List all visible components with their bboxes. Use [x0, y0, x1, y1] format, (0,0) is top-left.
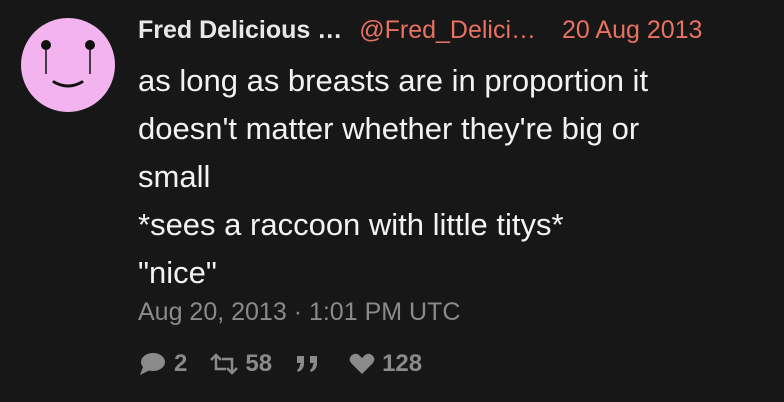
- tweet-header: Fred Delicious … @Fred_Delici… 20 Aug 20…: [138, 14, 702, 46]
- tweet: Fred Delicious … @Fred_Delici… 20 Aug 20…: [0, 0, 784, 402]
- tweet-content-line: small: [138, 159, 211, 194]
- retweet-count: 58: [245, 350, 273, 377]
- tweet-stats: 2 58 128: [138, 348, 422, 380]
- quote-icon: [297, 356, 318, 372]
- comment-icon: [140, 353, 165, 375]
- tweet-date[interactable]: 20 Aug 2013: [562, 16, 702, 45]
- author-name[interactable]: Fred Delicious …: [138, 16, 342, 45]
- reply-button[interactable]: 2: [138, 350, 187, 378]
- tweet-timestamp[interactable]: Aug 20, 2013 · 1:01 PM UTC: [138, 298, 460, 327]
- like-button[interactable]: 128: [348, 350, 422, 378]
- pink-face-icon: [21, 18, 115, 112]
- avatar[interactable]: [21, 18, 115, 112]
- tweet-content-line: *sees a raccoon with little titys*: [138, 207, 564, 242]
- retweet-icon: [210, 353, 239, 375]
- quote-button[interactable]: [294, 351, 322, 377]
- tweet-content: as long as breasts are in proportion it …: [138, 57, 758, 297]
- tweet-content-line: doesn't matter whether they're big or: [138, 111, 640, 146]
- reply-count: 2: [174, 350, 188, 377]
- tweet-content-line: as long as breasts are in proportion it: [138, 63, 649, 98]
- author-handle[interactable]: @Fred_Delici…: [359, 16, 536, 45]
- tweet-content-line: "nice": [138, 255, 217, 290]
- retweet-button[interactable]: 58: [209, 350, 272, 378]
- like-count: 128: [382, 350, 423, 377]
- heart-icon: [349, 353, 375, 374]
